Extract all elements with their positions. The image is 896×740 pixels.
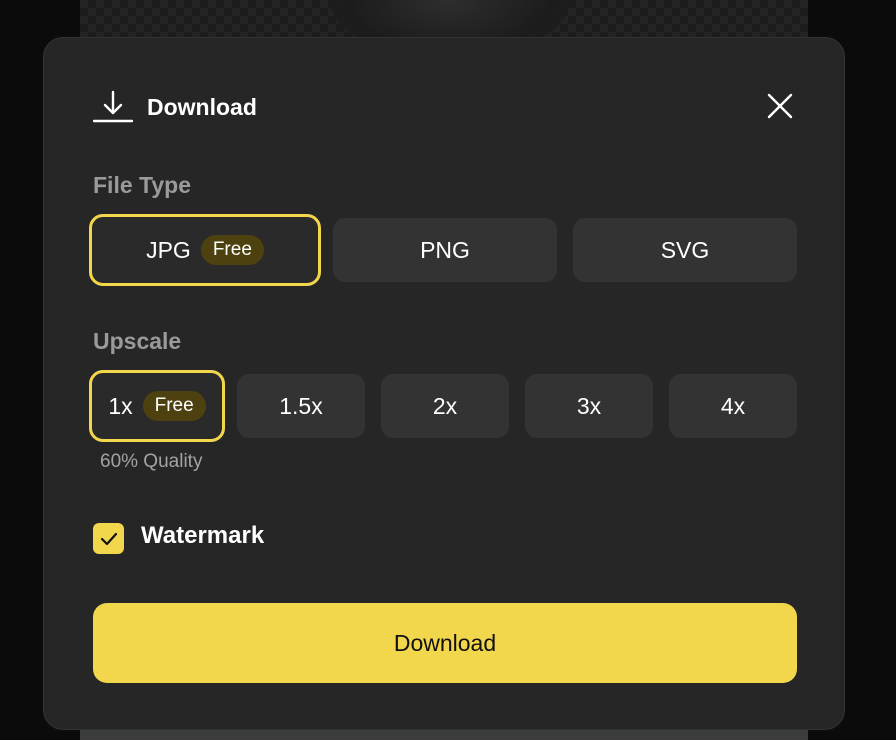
watermark-label: Watermark bbox=[141, 522, 265, 549]
option-label: JPG bbox=[146, 236, 191, 263]
download-icon bbox=[92, 90, 134, 124]
upscale-option-1-5x[interactable]: 1.5x bbox=[237, 374, 365, 438]
close-button[interactable] bbox=[764, 90, 796, 122]
free-badge: Free bbox=[200, 235, 264, 265]
option-label: PNG bbox=[420, 236, 470, 263]
free-badge: Free bbox=[142, 391, 206, 421]
option-label: 1x bbox=[108, 392, 133, 419]
option-label: 4x bbox=[720, 392, 746, 419]
dialog-header: Download bbox=[92, 90, 257, 124]
file-type-option-jpg[interactable]: JPG Free bbox=[89, 214, 321, 286]
download-button[interactable]: Download bbox=[93, 603, 797, 683]
upscale-option-3x[interactable]: 3x bbox=[525, 374, 653, 438]
option-label: 2x bbox=[432, 392, 458, 419]
file-type-option-svg[interactable]: SVG bbox=[573, 218, 797, 282]
upscale-option-1x[interactable]: 1x Free bbox=[89, 370, 225, 442]
upscale-label: Upscale bbox=[93, 328, 182, 354]
quality-note: 60% Quality bbox=[100, 451, 203, 472]
file-type-option-png[interactable]: PNG bbox=[333, 218, 557, 282]
option-label: 3x bbox=[576, 392, 602, 419]
dialog-title: Download bbox=[147, 93, 257, 120]
upscale-option-4x[interactable]: 4x bbox=[669, 374, 797, 438]
watermark-checkbox[interactable] bbox=[93, 523, 124, 554]
file-type-label: File Type bbox=[93, 172, 191, 198]
option-label: SVG bbox=[660, 236, 710, 263]
close-icon bbox=[767, 93, 793, 119]
upscale-option-2x[interactable]: 2x bbox=[381, 374, 509, 438]
download-dialog: Download File Type JPG Free PNG SVG Upsc… bbox=[43, 37, 845, 730]
option-label: 1.5x bbox=[279, 392, 323, 419]
checkmark-icon bbox=[100, 532, 117, 545]
